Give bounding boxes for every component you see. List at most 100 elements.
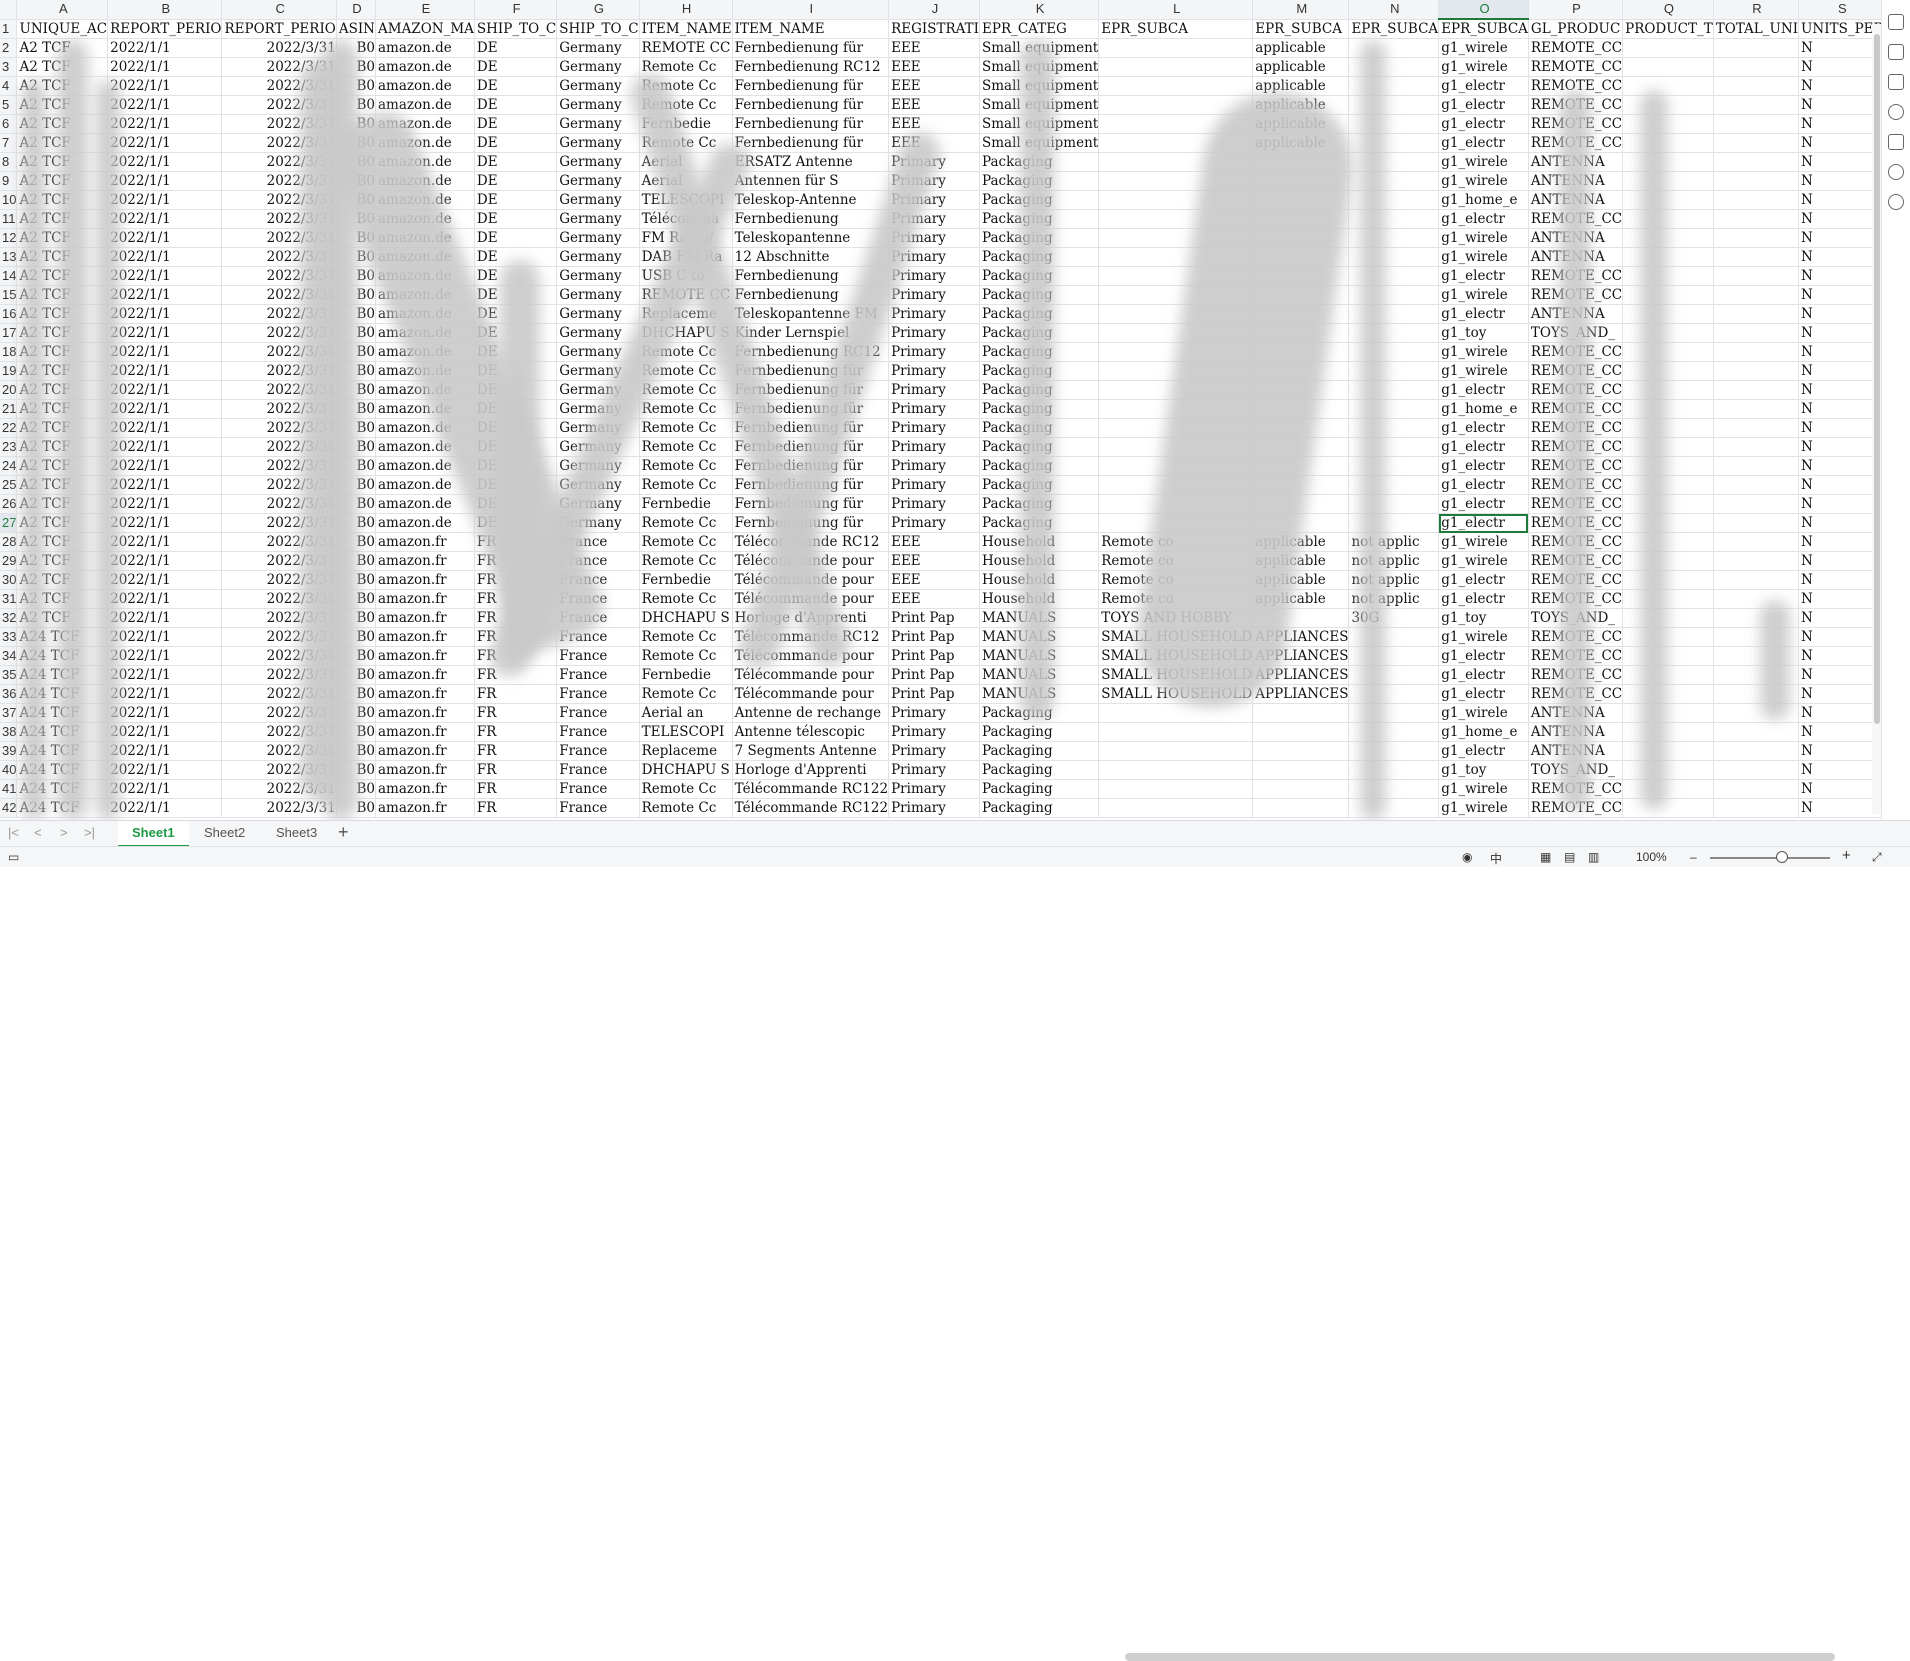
cell-Q39[interactable] xyxy=(1622,741,1714,761)
cell-J29[interactable]: EEE xyxy=(888,551,980,571)
cell-L7[interactable] xyxy=(1098,133,1254,153)
layout-icon[interactable] xyxy=(1888,44,1904,60)
cell-G38[interactable]: France xyxy=(556,722,640,742)
cell-B9[interactable]: 2022/1/1 xyxy=(107,171,223,191)
cell-O29[interactable]: g1_wirele xyxy=(1438,551,1529,571)
cell-E23[interactable]: amazon.de xyxy=(375,437,475,457)
cell-M20[interactable] xyxy=(1252,380,1350,400)
cell-I11[interactable]: Fernbedienung xyxy=(732,209,890,229)
cell-F14[interactable]: DE xyxy=(474,266,558,286)
cell-B16[interactable]: 2022/1/1 xyxy=(107,304,223,324)
row-header-38[interactable]: 38 xyxy=(0,722,18,742)
cell-H19[interactable]: Remote Cc xyxy=(639,361,733,381)
cell-O2[interactable]: g1_wirele xyxy=(1438,38,1529,58)
cell-B26[interactable]: 2022/1/1 xyxy=(107,494,223,514)
cell-K22[interactable]: Packaging xyxy=(979,418,1100,438)
cell-F5[interactable]: DE xyxy=(474,95,558,115)
cell-C41[interactable]: 2022/3/31 xyxy=(221,779,337,799)
cell-R24[interactable] xyxy=(1713,456,1800,476)
cell-E11[interactable]: amazon.de xyxy=(375,209,475,229)
cell-F40[interactable]: FR xyxy=(474,760,558,780)
cell-G25[interactable]: Germany xyxy=(556,475,640,495)
cell-P33[interactable]: REMOTE_CC xyxy=(1528,627,1624,647)
cell-R1[interactable]: TOTAL_UNI xyxy=(1713,19,1800,39)
cell-L17[interactable] xyxy=(1098,323,1254,343)
cell-M29[interactable]: applicable xyxy=(1252,551,1350,571)
cell-P28[interactable]: REMOTE_CC xyxy=(1528,532,1624,552)
cell-O10[interactable]: g1_home_e xyxy=(1438,190,1529,210)
cell-L33[interactable]: SMALL HOUSEHOLD xyxy=(1098,627,1254,647)
cell-H22[interactable]: Remote Cc xyxy=(639,418,733,438)
cell-J21[interactable]: Primary xyxy=(888,399,980,419)
cell-H15[interactable]: REMOTE CC xyxy=(639,285,733,305)
cell-F12[interactable]: DE xyxy=(474,228,558,248)
cell-K14[interactable]: Packaging xyxy=(979,266,1100,286)
cell-K39[interactable]: Packaging xyxy=(979,741,1100,761)
cell-A5[interactable]: A2 TCF xyxy=(16,95,109,115)
cell-R33[interactable] xyxy=(1713,627,1800,647)
cell-F33[interactable]: FR xyxy=(474,627,558,647)
cell-G12[interactable]: Germany xyxy=(556,228,640,248)
cell-C23[interactable]: 2022/3/31 xyxy=(221,437,337,457)
cell-J23[interactable]: Primary xyxy=(888,437,980,457)
row-header-10[interactable]: 10 xyxy=(0,190,18,210)
cell-O24[interactable]: g1_electr xyxy=(1438,456,1529,476)
cell-G14[interactable]: Germany xyxy=(556,266,640,286)
cell-N36[interactable] xyxy=(1348,684,1440,704)
cell-D18[interactable]: B0 xyxy=(336,342,377,362)
cell-B31[interactable]: 2022/1/1 xyxy=(107,589,223,609)
cell-I35[interactable]: Télécommande pour xyxy=(732,665,890,685)
cell-F17[interactable]: DE xyxy=(474,323,558,343)
row-header-39[interactable]: 39 xyxy=(0,741,18,761)
cell-A8[interactable]: A2 TCF xyxy=(16,152,109,172)
cell-R25[interactable] xyxy=(1713,475,1800,495)
cell-A20[interactable]: A2 TCF xyxy=(16,380,109,400)
row-header-32[interactable]: 32 xyxy=(0,608,18,628)
cell-N7[interactable] xyxy=(1348,133,1440,153)
cell-M18[interactable] xyxy=(1252,342,1350,362)
cell-G11[interactable]: Germany xyxy=(556,209,640,229)
row-header-6[interactable]: 6 xyxy=(0,114,18,134)
cell-O38[interactable]: g1_home_e xyxy=(1438,722,1529,742)
row-header-33[interactable]: 33 xyxy=(0,627,18,647)
cell-G34[interactable]: France xyxy=(556,646,640,666)
cell-C16[interactable]: 2022/3/31 xyxy=(221,304,337,324)
column-header-J[interactable]: J xyxy=(888,0,980,20)
cell-Q1[interactable]: PRODUCT_T xyxy=(1622,19,1714,39)
select-all-corner[interactable] xyxy=(0,0,18,20)
cell-K13[interactable]: Packaging xyxy=(979,247,1100,267)
cell-I4[interactable]: Fernbedienung für xyxy=(732,76,890,96)
cell-K8[interactable]: Packaging xyxy=(979,152,1100,172)
cell-F29[interactable]: FR xyxy=(474,551,558,571)
cell-P10[interactable]: ANTENNA xyxy=(1528,190,1624,210)
cell-B35[interactable]: 2022/1/1 xyxy=(107,665,223,685)
cell-R21[interactable] xyxy=(1713,399,1800,419)
cell-P1[interactable]: GL_PRODUC xyxy=(1528,19,1624,39)
cell-P9[interactable]: ANTENNA xyxy=(1528,171,1624,191)
cell-B30[interactable]: 2022/1/1 xyxy=(107,570,223,590)
cell-M23[interactable] xyxy=(1252,437,1350,457)
cell-K7[interactable]: Small equipment xyxy=(979,133,1100,153)
cell-L32[interactable]: TOYS AND HOBBY xyxy=(1098,608,1254,628)
cell-C4[interactable]: 2022/3/31 xyxy=(221,76,337,96)
cell-B5[interactable]: 2022/1/1 xyxy=(107,95,223,115)
cell-P31[interactable]: REMOTE_CC xyxy=(1528,589,1624,609)
cell-E32[interactable]: amazon.fr xyxy=(375,608,475,628)
cell-P30[interactable]: REMOTE_CC xyxy=(1528,570,1624,590)
select-icon[interactable] xyxy=(1888,74,1904,90)
cell-A31[interactable]: A2 TCF xyxy=(16,589,109,609)
cell-M19[interactable] xyxy=(1252,361,1350,381)
column-header-A[interactable]: A xyxy=(16,0,109,20)
cell-E9[interactable]: amazon.de xyxy=(375,171,475,191)
cell-L18[interactable] xyxy=(1098,342,1254,362)
cell-G2[interactable]: Germany xyxy=(556,38,640,58)
cell-P38[interactable]: ANTENNA xyxy=(1528,722,1624,742)
cell-P20[interactable]: REMOTE_CC xyxy=(1528,380,1624,400)
row-header-22[interactable]: 22 xyxy=(0,418,18,438)
cell-A19[interactable]: A2 TCF xyxy=(16,361,109,381)
cell-R38[interactable] xyxy=(1713,722,1800,742)
cell-P14[interactable]: REMOTE_CC xyxy=(1528,266,1624,286)
cell-J6[interactable]: EEE xyxy=(888,114,980,134)
cell-J14[interactable]: Primary xyxy=(888,266,980,286)
cell-N22[interactable] xyxy=(1348,418,1440,438)
